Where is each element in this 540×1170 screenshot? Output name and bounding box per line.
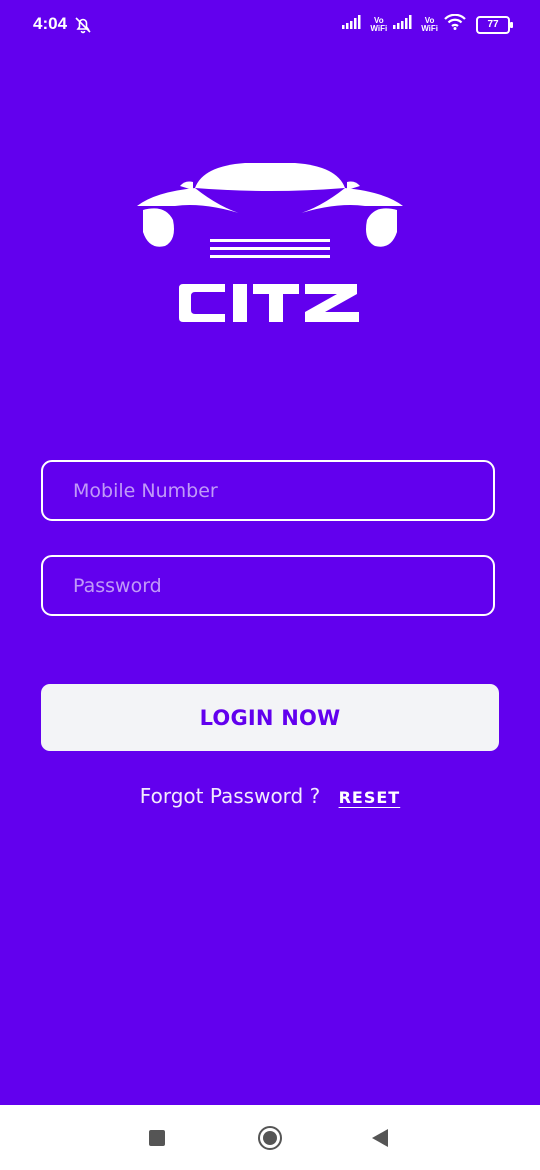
- mobile-number-input[interactable]: [41, 460, 495, 521]
- home-icon[interactable]: [258, 1126, 282, 1150]
- car-logo-icon: [137, 163, 403, 322]
- signal-icon: [393, 15, 415, 34]
- app-logo: [135, 160, 405, 330]
- password-input[interactable]: [41, 555, 495, 616]
- signal-icon: [342, 15, 364, 34]
- vowifi-label: Vo WiFi: [421, 15, 438, 33]
- forgot-password-row: Forgot Password ? RESET: [0, 784, 540, 808]
- vowifi-label: Vo WiFi: [370, 15, 388, 33]
- login-button[interactable]: LOGIN NOW: [41, 684, 499, 751]
- battery-icon: 77: [476, 15, 513, 34]
- back-icon[interactable]: [372, 1129, 388, 1147]
- forgot-password-text: Forgot Password ?: [139, 784, 321, 808]
- status-bar: 4:04 Vo WiFi Vo WiFi 77: [0, 0, 540, 50]
- recent-apps-icon[interactable]: [149, 1130, 165, 1146]
- bell-off-icon: [74, 16, 92, 39]
- reset-link[interactable]: RESET: [339, 788, 401, 807]
- status-indicators: Vo WiFi Vo WiFi 77: [342, 13, 513, 35]
- status-time: 4:04: [33, 14, 68, 33]
- wifi-icon: [444, 13, 466, 35]
- navigation-bar: [0, 1105, 540, 1170]
